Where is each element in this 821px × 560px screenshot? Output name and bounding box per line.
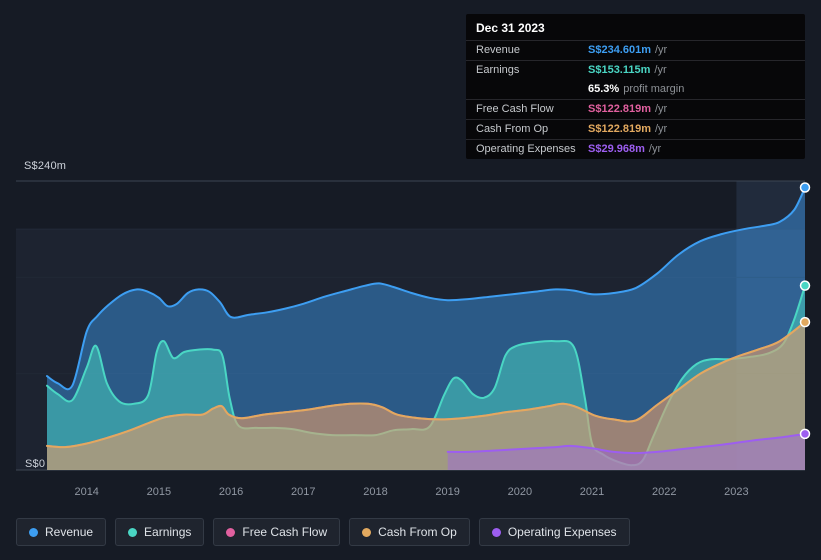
tooltip-row-value: S$153.115m	[588, 64, 651, 76]
upper-band	[16, 181, 805, 230]
tooltip-row-value: 65.3%	[588, 83, 620, 95]
tooltip-date: Dec 31 2023	[476, 21, 545, 35]
tooltip-row-label: Revenue	[476, 44, 521, 56]
earnings-series-dot-icon	[128, 527, 138, 537]
tooltip-row-value: S$29.968m	[588, 143, 645, 155]
legend-item-label: Revenue	[45, 525, 94, 539]
tooltip-row-label: Operating Expenses	[476, 143, 576, 155]
revenue-end-marker[interactable]	[799, 182, 811, 193]
operating-expenses-end-marker[interactable]	[799, 428, 811, 440]
x-axis-tick-2017: 2017	[291, 486, 315, 498]
x-axis-tick-2018: 2018	[363, 486, 387, 498]
tooltip-row-suffix: /yr	[654, 64, 667, 76]
tooltip-row-suffix: /yr	[655, 103, 668, 115]
legend-item-free-cash-flow[interactable]: Free Cash Flow	[213, 518, 341, 546]
y-axis-label-max: S$240m	[24, 160, 67, 172]
x-axis-tick-2015: 2015	[147, 486, 171, 498]
chart-tooltip: Dec 31 2023 Revenue S$234.601m/yr Earnings…	[466, 14, 805, 159]
x-axis-tick-2016: 2016	[219, 486, 243, 498]
tooltip-row-label: Earnings	[476, 64, 520, 76]
free-cash-flow-series-dot-icon	[226, 527, 236, 537]
x-axis-tick-2014: 2014	[74, 486, 98, 498]
chart-area: 2014 2015 2016 2017 2018 2019 2020 2021 2022 2023…	[0, 0, 821, 560]
operating-expenses-series-dot-icon	[491, 527, 501, 537]
tooltip-row-suffix: /yr	[655, 44, 668, 56]
tooltip-row-value: S$122.819m	[588, 123, 651, 135]
legend-item-label: Operating Expenses	[507, 525, 617, 539]
tooltip-row-suffix: /yr	[655, 123, 668, 135]
legend-item-revenue[interactable]: Revenue	[16, 518, 107, 546]
tooltip-row-value: S$122.819m	[588, 103, 651, 115]
tooltip-row-revenue: Revenue S$234.601m/yr	[466, 40, 805, 60]
tooltip-row-cash-from-op: Cash From Op S$122.819m/yr	[466, 119, 805, 139]
tooltip-row-earnings: Earnings S$153.115m/yr	[466, 60, 805, 80]
legend-item-label: Free Cash Flow	[242, 525, 328, 539]
legend-item-earnings[interactable]: Earnings	[115, 518, 205, 546]
tooltip-row-value: S$234.601m	[588, 44, 651, 56]
x-axis-tick-2020: 2020	[508, 486, 532, 498]
tooltip-row-label: Cash From Op	[476, 123, 549, 135]
tooltip-row-suffix: /yr	[648, 143, 662, 155]
legend-item-cash-from-op[interactable]: Cash From Op	[349, 518, 470, 546]
tooltip-row-suffix: profit margin	[623, 83, 685, 95]
tooltip-row-operating-expenses: Operating Expenses S$29.968m/yr	[466, 139, 805, 159]
tooltip-rows: Revenue S$234.601m/yr Earnings S$153.115m/y…	[466, 40, 805, 159]
cash-from-op-series-dot-icon	[362, 527, 372, 537]
earnings-end-marker[interactable]	[799, 280, 811, 291]
tooltip-row-free-cash-flow: Free Cash Flow S$122.819m/yr	[466, 99, 805, 119]
x-axis-tick-2022: 2022	[652, 486, 676, 498]
legend-item-operating-expenses[interactable]: Operating Expenses	[478, 518, 630, 546]
revenue-series-dot-icon	[29, 527, 38, 537]
y-axis-label-min: S$0	[25, 458, 46, 470]
legend-item-label: Cash From Op	[378, 525, 457, 539]
legend-item-label: Earnings	[144, 525, 192, 539]
x-axis-tick-2023: 2023	[724, 486, 748, 498]
tooltip-row-profit-margin: 65.3% profit margin	[466, 80, 805, 99]
tooltip-row-label: Free Cash Flow	[476, 103, 554, 115]
cash-from-op-end-marker[interactable]	[799, 316, 811, 328]
chart-legend: Revenue Earnings Free Cash Flow Cash From O…	[16, 518, 630, 546]
x-axis-tick-2021: 2021	[580, 486, 604, 498]
x-axis-tick-2019: 2019	[435, 486, 459, 498]
